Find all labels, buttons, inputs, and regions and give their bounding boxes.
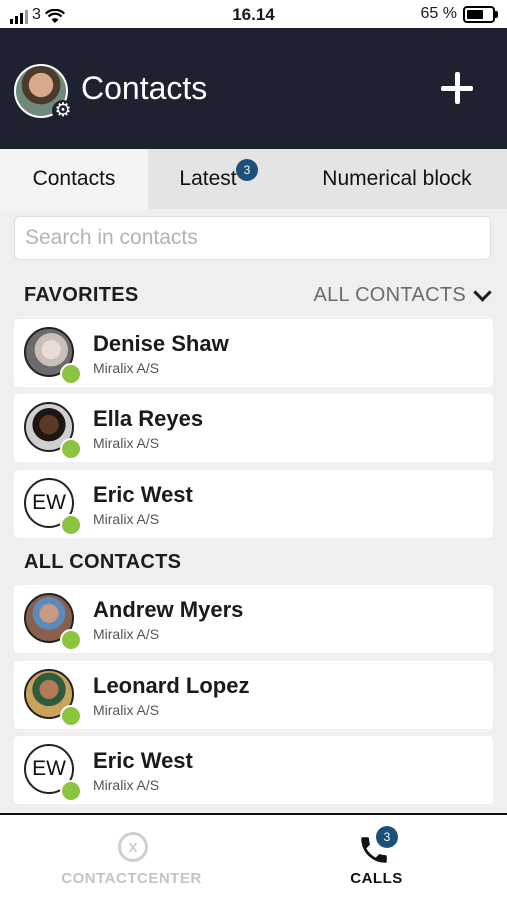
contact-card[interactable]: Leonard Lopez Miralix A/S [14,661,493,729]
presence-indicator [60,705,82,727]
profile-avatar[interactable]: ⚙ [14,64,74,122]
presence-indicator [60,438,82,460]
presence-indicator [60,363,82,385]
contact-company: Miralix A/S [93,435,160,451]
nav-calls-label: CALLS [350,870,403,887]
tab-contacts-label: Contacts [32,167,116,190]
nav-contactcenter[interactable]: x CONTACTCENTER [5,815,258,902]
page-title: Contacts [81,70,208,106]
latest-badge: 3 [236,159,258,181]
battery-icon [463,5,498,23]
filter-label: ALL CONTACTS [313,284,466,306]
tab-latest-label: Latest [179,167,237,190]
contactcenter-icon: x [118,832,148,862]
contact-company: Miralix A/S [93,626,160,642]
chevron-down-icon [473,283,492,302]
battery-percent: 65 % [420,5,457,22]
contact-company: Miralix A/S [93,511,160,527]
tab-bar: Contacts Latest 3 Numerical block [0,149,507,209]
all-contacts-heading: ALL CONTACTS [24,551,182,573]
tab-numerical-block-label: Numerical block [322,167,472,190]
tab-latest[interactable]: Latest 3 [148,149,268,209]
nav-calls[interactable]: 3 CALLS [250,815,503,902]
search-input[interactable] [15,217,490,259]
status-bar: 3 16.14 65 % [0,0,507,28]
plus-icon[interactable] [441,72,473,104]
contact-name: Ella Reyes [93,406,204,431]
contact-card[interactable]: EW Eric West Miralix A/S [14,736,493,804]
contact-name: Eric West [93,482,193,507]
search-box [14,216,491,260]
contact-company: Miralix A/S [93,360,160,376]
presence-indicator [60,514,82,536]
contact-name: Leonard Lopez [93,673,250,698]
contact-name: Eric West [93,748,193,773]
calls-badge: 3 [376,826,398,848]
presence-indicator [60,780,82,802]
app-header: ⚙ Contacts [0,28,507,149]
contact-name: Denise Shaw [93,331,229,356]
tab-numerical-block[interactable]: Numerical block [290,149,504,209]
tab-contacts[interactable]: Contacts [0,149,148,209]
battery-fill [467,9,484,19]
contact-card[interactable]: Ella Reyes Miralix A/S [14,394,493,462]
gear-icon[interactable]: ⚙ [52,100,74,122]
favorites-heading: FAVORITES [24,284,139,306]
contact-card[interactable]: Andrew Myers Miralix A/S [14,585,493,653]
contact-card[interactable]: Denise Shaw Miralix A/S [14,319,493,387]
contact-card[interactable]: EW Eric West Miralix A/S [14,470,493,538]
contact-company: Miralix A/S [93,777,160,793]
battery-group: 65 % [420,5,498,23]
bottom-nav: x CONTACTCENTER 3 CALLS [0,813,507,902]
filter-dropdown[interactable]: ALL CONTACTS [313,283,492,307]
nav-contactcenter-label: CONTACTCENTER [61,870,202,887]
contact-company: Miralix A/S [93,702,160,718]
contact-name: Andrew Myers [93,597,244,622]
presence-indicator [60,629,82,651]
